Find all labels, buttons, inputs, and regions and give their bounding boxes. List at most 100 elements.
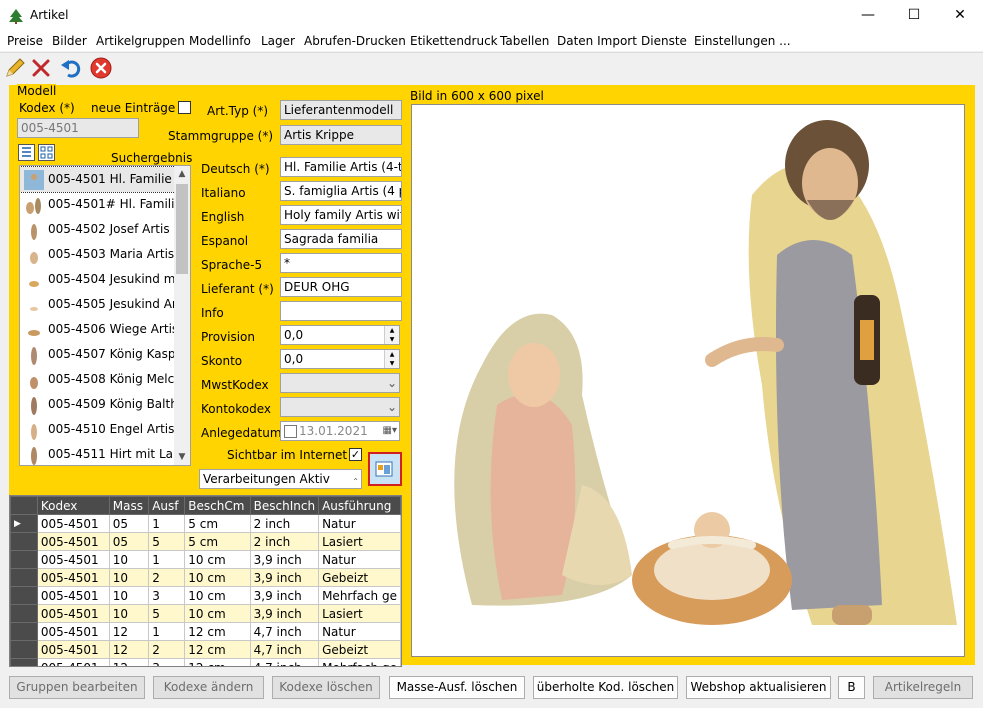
menu-einstellungen[interactable]: Einstellungen ... [694,34,791,48]
figure-thumbnail-icon [28,330,40,336]
spinner-icon[interactable]: ⌃ [352,473,359,488]
column-header[interactable]: Ausführung [318,496,401,515]
menu-modellinfo[interactable]: Modellinfo [189,34,251,48]
italiano-field[interactable]: S. famiglia Artis (4 p [280,181,402,201]
provision-spinner-icon[interactable]: ▲ ▼ [384,326,399,344]
list-item[interactable]: 005-4505 Jesukind Ar [20,292,175,317]
menu-lager[interactable]: Lager [261,34,295,48]
artikelregeln-button[interactable]: Artikelregeln [873,676,973,699]
b-button[interactable]: B [838,676,865,699]
table-row[interactable]: ▶ 005-4501 05 1 5 cm 2 inch Natur [10,514,401,533]
sichtbar-label: Sichtbar im Internet [227,448,348,462]
mwstkodex-select[interactable]: ⌄ [280,373,400,393]
column-header[interactable]: Mass [108,496,150,515]
figure-thumbnail-icon [30,307,38,311]
info-field[interactable] [280,301,402,321]
maximize-button[interactable]: ☐ [891,0,937,31]
deutsch-field[interactable]: Hl. Familie Artis (4-t [280,157,402,177]
window-title: Artikel [30,8,69,22]
table-header-row: Kodex Mass Ausf BeschCm BeschInch Ausfüh… [10,496,401,515]
list-item[interactable]: 005-4510 Engel Artis [20,417,175,442]
list-item[interactable]: 005-4507 König Kaspa [20,342,175,367]
webshop-aktualisieren-button[interactable]: Webshop aktualisieren [686,676,831,699]
chevron-down-icon[interactable]: ⌄ [387,398,397,416]
lieferant-field[interactable]: DEUR OHG [280,277,402,297]
list-item[interactable]: 005-4501 Hl. Familie [20,166,176,193]
stammgruppe-field[interactable]: Artis Krippe [280,125,402,145]
pencil-icon[interactable] [4,57,26,79]
menu-dienste[interactable]: Dienste [641,34,687,48]
list-item[interactable]: 005-4504 Jesukind mi [20,267,175,292]
column-header[interactable]: BeschCm [184,496,251,515]
provision-field[interactable]: 0,0 ▲ ▼ [280,325,400,345]
menu-artikelgruppen[interactable]: Artikelgruppen [96,34,185,48]
ueberholte-kod-loeschen-button[interactable]: überholte Kod. löschen [533,676,678,699]
neue-eintraege-checkbox[interactable] [178,101,191,114]
lieferant-label: Lieferant (*) [201,282,274,296]
table-row[interactable]: 005-4501 10 2 10 cm 3,9 inch Gebeizt [10,568,401,587]
english-field[interactable]: Holy family Artis with [280,205,402,225]
menu-tabellen[interactable]: Tabellen [500,34,549,48]
grid-view-icon[interactable] [38,144,55,161]
column-header[interactable]: BeschInch [249,496,320,515]
calendar-dropdown-icon[interactable]: ▦▾ [383,422,397,440]
variants-table: Kodex Mass Ausf BeschCm BeschInch Ausfüh… [9,495,402,667]
column-header[interactable]: Kodex [36,496,110,515]
column-header[interactable]: Ausf [148,496,186,515]
sprache5-field[interactable]: * [280,253,402,273]
gruppen-bearbeiten-button[interactable]: Gruppen bearbeiten [9,676,145,699]
table-row[interactable]: 005-4501 12 1 12 cm 4,7 inch Natur [10,622,401,641]
product-image-panel[interactable] [411,104,965,657]
table-row[interactable]: 005-4501 12 2 12 cm 4,7 inch Gebeizt [10,640,401,659]
anlegedatum-field[interactable]: 13.01.2021 ▦▾ [280,421,400,441]
masse-ausf-loeschen-button[interactable]: Masse-Ausf. löschen [389,676,525,699]
list-item[interactable]: 005-4501# Hl. Familie [20,192,175,217]
table-row[interactable]: 005-4501 10 3 10 cm 3,9 inch Mehrfach ge [10,586,401,605]
list-scrollbar[interactable]: ▲ ▼ [174,166,190,465]
kodex-field[interactable]: 005-4501 [17,118,139,138]
list-view-icon[interactable] [18,144,35,161]
table-row[interactable]: 005-450112312 cm4,7 inchMehrfach ge [10,658,401,666]
close-button[interactable]: ✕ [937,0,983,31]
table-row[interactable]: 005-4501 10 5 10 cm 3,9 inch Lasiert [10,604,401,623]
scrollbar-thumb[interactable] [176,184,188,274]
kontokodex-label: Kontokodex [201,402,272,416]
kodexe-loeschen-button[interactable]: Kodexe löschen [272,676,380,699]
espanol-field[interactable]: Sagrada familia [280,229,402,249]
menu-daten-import[interactable]: Daten Import [557,34,637,48]
modell-group-label: Modell [17,84,57,98]
menu-preise[interactable]: Preise [7,34,43,48]
chevron-down-icon[interactable]: ⌄ [387,374,397,392]
sprache5-label: Sprache-5 [201,258,263,272]
list-item[interactable]: 005-4509 König Balthá [20,392,175,417]
figure-thumbnail-icon [31,447,37,465]
minimize-button[interactable]: — [845,0,891,31]
delete-x-icon[interactable] [30,57,52,79]
verarbeitungen-select[interactable]: Verarbeitungen Aktiv ⌃ [199,469,362,489]
list-item[interactable]: 005-4508 König Melch [20,367,175,392]
figure-thumbnail-icon [31,424,37,440]
table-row[interactable]: 005-4501 05 5 5 cm 2 inch Lasiert [10,532,401,551]
kontokodex-select[interactable]: ⌄ [280,397,400,417]
scroll-up-icon[interactable]: ▲ [174,166,190,182]
image-upload-button[interactable] [368,452,402,486]
menu-bilder[interactable]: Bilder [52,34,87,48]
undo-icon[interactable] [60,57,82,79]
kodexe-aendern-button[interactable]: Kodexe ändern [153,676,264,699]
figure-thumbnail-icon [29,281,39,287]
sichtbar-checkbox[interactable]: ✓ [349,448,362,461]
skonto-field[interactable]: 0,0 ▲ ▼ [280,349,400,369]
suchergebnis-label: Suchergebnis [111,151,193,165]
list-item[interactable]: 005-4511 Hirt mit Lam [20,442,175,465]
arttyp-field[interactable]: Lieferantenmodell [280,100,402,120]
cancel-icon[interactable] [90,57,112,79]
table-row[interactable]: 005-4501 10 1 10 cm 3,9 inch Natur [10,550,401,569]
menu-abrufen-drucken[interactable]: Abrufen-Drucken [304,34,406,48]
list-item[interactable]: 005-4506 Wiege Artis [20,317,175,342]
menu-etikettendruck[interactable]: Etikettendruck [410,34,498,48]
anlegedatum-checkbox[interactable] [284,425,297,438]
list-item[interactable]: 005-4502 Josef Artis [20,217,175,242]
skonto-spinner-icon[interactable]: ▲ ▼ [384,350,399,368]
list-item[interactable]: 005-4503 Maria Artis [20,242,175,267]
scroll-down-icon[interactable]: ▼ [174,449,190,465]
